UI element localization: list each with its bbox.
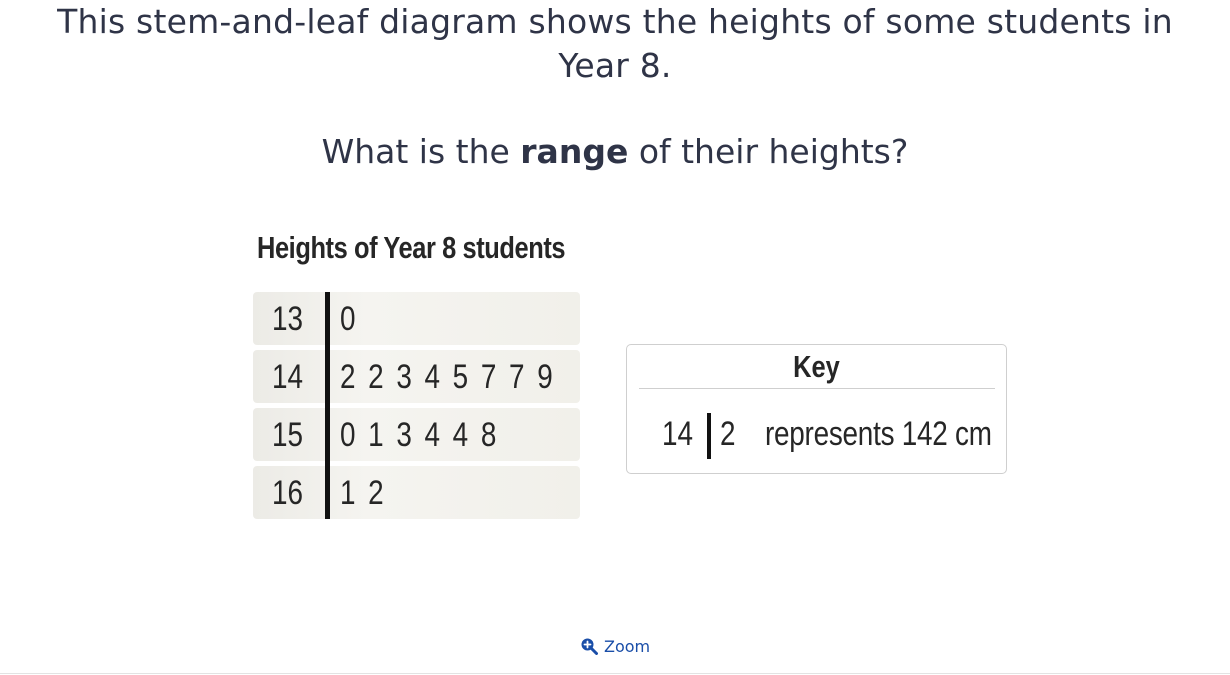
bottom-divider [0, 673, 1230, 674]
key-description: represents 142 cm [765, 415, 992, 453]
leaf-values: 0 1 3 4 4 8 [340, 416, 499, 454]
leaf-values: 2 2 3 4 5 7 7 9 [340, 358, 556, 396]
zoom-button[interactable]: Zoom [580, 634, 650, 658]
key-title-text: Key [793, 349, 840, 384]
stem-value: 16 [272, 474, 304, 512]
table-row: 16 1 2 [253, 466, 580, 519]
zoom-in-icon [580, 637, 598, 655]
key-box: Key 14 2 represents 142 cm [626, 344, 1007, 474]
key-title: Key [627, 349, 1006, 385]
zoom-label: Zoom [604, 636, 651, 656]
prompt-text-before: What is the [321, 132, 521, 171]
stem-value: 14 [272, 358, 304, 396]
diagram-title-text: Heights of Year 8 students [257, 230, 566, 265]
stem-value: 13 [272, 300, 304, 338]
key-leaf: 2 [720, 415, 736, 453]
diagram-title: Heights of Year 8 students [257, 230, 633, 266]
leaf-values: 0 [340, 300, 358, 338]
question-prompt: What is the range of their heights? [0, 130, 1230, 174]
table-row: 13 0 [253, 292, 580, 345]
key-example: 14 2 represents 142 cm [662, 413, 1002, 461]
table-row: 14 2 2 3 4 5 7 7 9 [253, 350, 580, 403]
table-row: 15 0 1 3 4 4 8 [253, 408, 580, 461]
stem-divider [325, 292, 330, 519]
key-divider [639, 388, 995, 389]
question-text: This stem-and-leaf diagram shows the hei… [57, 2, 1173, 85]
key-stem-divider [707, 413, 711, 459]
prompt-text-after: of their heights? [628, 132, 909, 171]
prompt-keyword: range [520, 132, 629, 171]
key-stem: 14 [662, 415, 694, 453]
stem-and-leaf-table: 13 0 14 2 2 3 4 5 7 7 9 15 0 1 3 4 4 8 1… [253, 292, 580, 519]
stem-value: 15 [272, 416, 304, 454]
leaf-values: 1 2 [340, 474, 387, 512]
